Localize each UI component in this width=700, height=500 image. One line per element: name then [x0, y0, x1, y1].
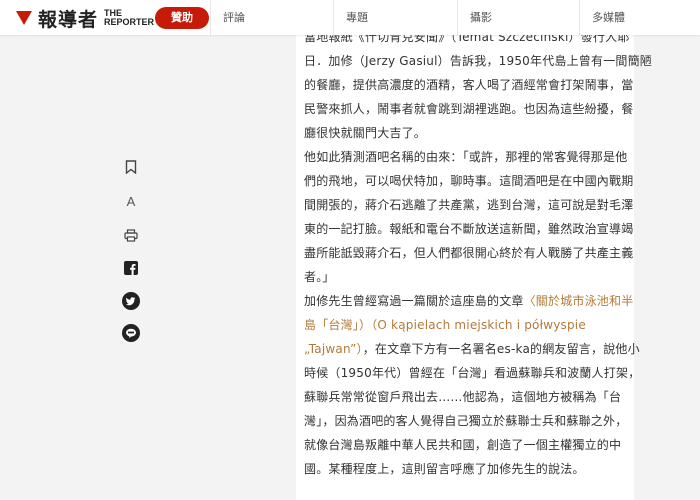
article-line: 灣」，因為酒吧的客人覺得自己獨立於蘇聯士兵和蘇聯之外，	[304, 414, 628, 428]
article-line: 日．加修（Jerzy Gasiul）告訴我，1950年代島上曾有一間簡陋	[304, 54, 652, 68]
article-line: 盡所能詆毀蔣介石，但人們都很開心終於有人戰勝了共產主義	[304, 246, 634, 260]
article-line: 民警來抓人，鬧事者就會跳到湖裡逃跑。也因為這些紛擾，餐	[304, 102, 634, 116]
logo-mark-icon	[14, 8, 34, 28]
article-line: 他如此猜測酒吧名稱的由來：「或許，那裡的常客覺得那是他	[304, 150, 628, 164]
logo-en-line-2: REPORTER	[104, 17, 155, 27]
article-line: 們的飛地，可以喝伏特加，聊時事。這間酒吧是在中國內戰期	[304, 174, 634, 188]
line-share-button[interactable]	[122, 324, 140, 342]
article-link[interactable]: 〈關於城市泳池和半	[524, 294, 634, 308]
twitter-icon	[122, 292, 140, 310]
article-line-text: 加修先生曾經寫過一篇關於這座島的文章	[304, 294, 524, 308]
twitter-share-button[interactable]	[122, 292, 140, 310]
font-size-icon: A	[126, 193, 136, 209]
font-size-button[interactable]: A	[122, 192, 140, 210]
line-icon	[122, 324, 140, 342]
nav-item-multimedia[interactable]: 多媒體	[579, 0, 700, 35]
site-logo[interactable]: 報導者 THE REPORTER	[14, 6, 154, 31]
article-line: 東的一記打臉。報紙和電台不斷放送這新聞，雖然政治宣導竭	[304, 222, 634, 236]
article-link[interactable]: 島「台灣」）（O kąpielach miejskich i półwyspie	[304, 318, 586, 332]
article-line: 廳很快就關門大吉了。	[304, 126, 427, 140]
logo-chinese-text: 報導者	[38, 8, 99, 31]
article-line: 時候（1950年代）曾經在「台灣」看過蘇聯兵和波蘭人打架，	[304, 366, 641, 380]
article-line: 就像台灣島叛離中華人民共和國，創造了一個主權獨立的中	[304, 438, 622, 452]
bookmark-button[interactable]	[122, 158, 140, 176]
article-link[interactable]: „Tajwan”）	[304, 342, 363, 356]
site-header: 報導者 THE REPORTER 贊助 評論 專題 攝影 多媒體	[0, 0, 700, 35]
article-line: 間開張的，蔣介石逃離了共產黨，逃到台灣，這可說是對毛澤	[304, 198, 634, 212]
nav-item-features[interactable]: 專題	[333, 0, 457, 35]
facebook-icon	[124, 261, 138, 275]
article-line: 的餐廳，提供高濃度的酒精，客人喝了酒經常會打架鬧事，當	[304, 78, 634, 92]
print-icon	[124, 228, 138, 242]
facebook-share-button[interactable]	[122, 259, 140, 277]
article-text: 當地報紙《什切青克安聞》（Temat Szczeciński）發行人耶 日．加修…	[304, 25, 652, 481]
article-line: 島「台灣」）（O kąpielach miejskich i półwyspie	[304, 313, 634, 337]
donate-button[interactable]: 贊助	[155, 7, 209, 29]
article-line-with-link: „Tajwan”），在文章下方有一名署名es-ka的網友留言，說他小	[304, 337, 640, 361]
nav-item-photography[interactable]: 攝影	[457, 0, 579, 35]
bookmark-icon	[125, 160, 137, 174]
article-line: 者。」	[304, 270, 335, 284]
article-line-text: ，在文章下方有一名署名es-ka的網友留言，說他小	[362, 342, 640, 356]
nav-item-opinion[interactable]: 評論	[210, 0, 333, 35]
logo-english-text: THE REPORTER	[104, 9, 154, 27]
article-line: 蘇聯兵常常從窗戶飛出去……他認為，這個地方被稱為「台	[304, 390, 622, 404]
print-button[interactable]	[122, 226, 140, 244]
article-line-with-link: 加修先生曾經寫過一篇關於這座島的文章〈關於城市泳池和半	[304, 289, 634, 313]
article-line: 國。某種程度上，這則留言呼應了加修先生的說法。	[304, 462, 585, 476]
